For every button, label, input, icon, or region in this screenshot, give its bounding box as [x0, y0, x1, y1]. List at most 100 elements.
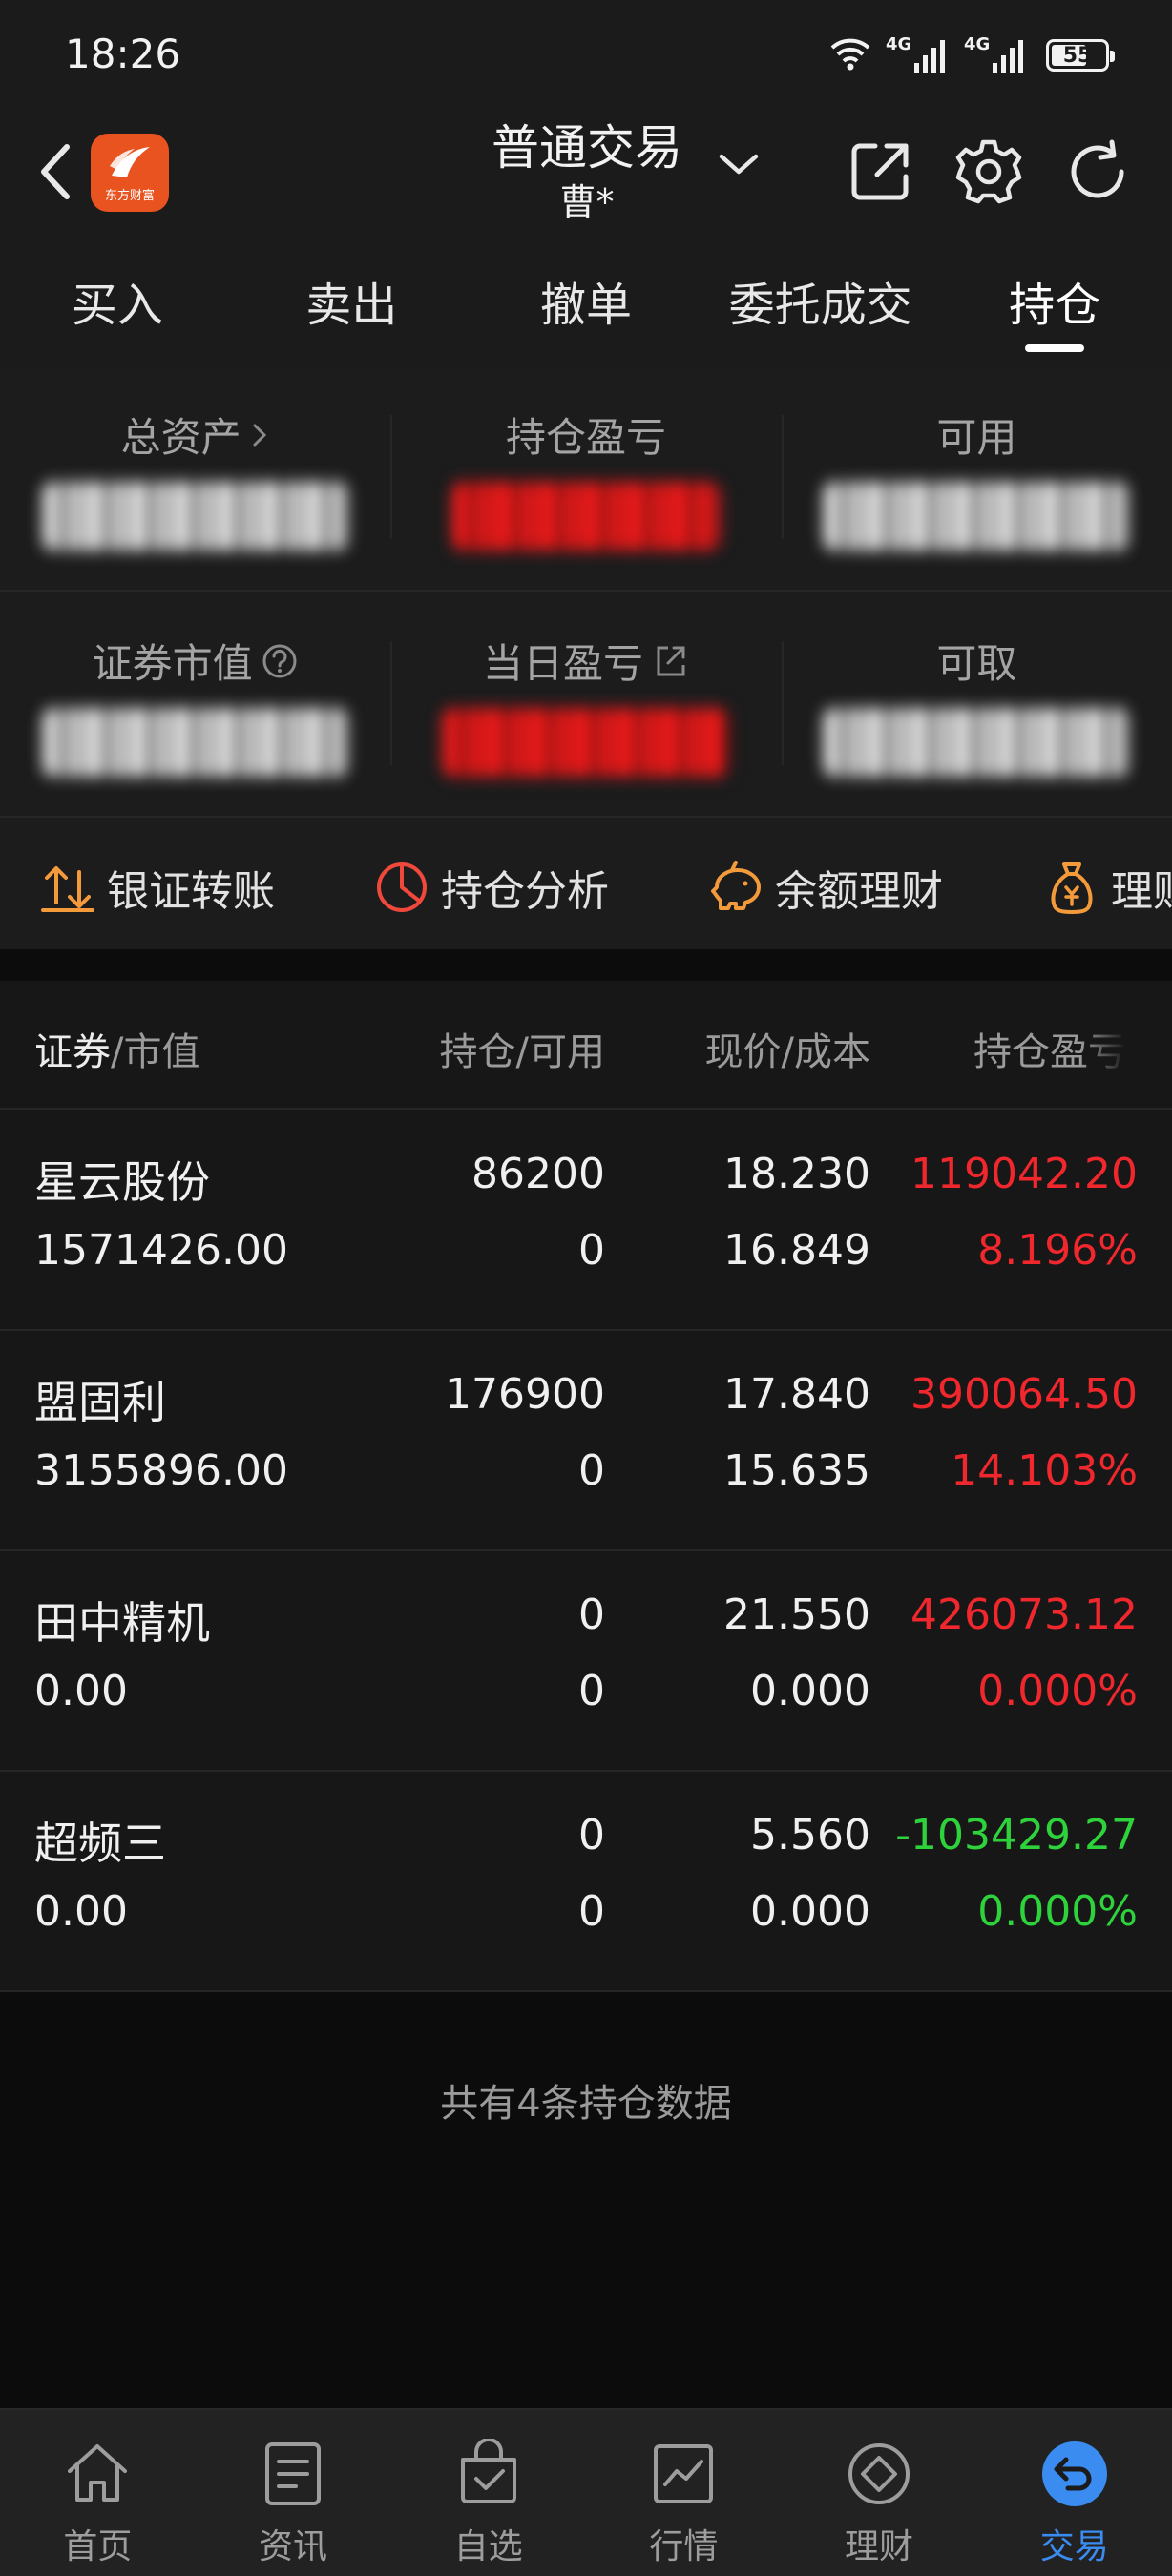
table-row[interactable]: 盟固利 3155896.00 176900 0 17.840 15.635 39…: [0, 1330, 1172, 1551]
masked-value: [451, 482, 720, 551]
nav-watchlist[interactable]: 自选: [390, 2410, 586, 2576]
daily-pl-cell[interactable]: 当日盈亏: [390, 593, 781, 816]
position-pl-pct: 0.000%: [977, 1667, 1138, 1715]
help-icon[interactable]: [261, 642, 299, 680]
security-name: 盟固利: [34, 1377, 166, 1428]
nav-news[interactable]: 资讯: [196, 2410, 391, 2576]
holding: 0: [578, 1811, 605, 1859]
gear-icon: [955, 139, 1022, 204]
signal-icon: 4G: [964, 34, 1023, 73]
withdrawable-label: 可取: [936, 640, 1017, 687]
total-assets-cell[interactable]: 总资产: [0, 367, 390, 590]
market-value: 0.00: [34, 1667, 128, 1715]
signal-icon: 4G: [886, 34, 945, 73]
header-pl[interactable]: 持仓盈亏: [973, 1021, 1126, 1076]
available-cell: 可用: [781, 367, 1172, 590]
cost-price: 16.849: [723, 1226, 870, 1275]
status-icons: 4G 4G 55: [828, 34, 1115, 76]
cost-price: 0.000: [750, 1667, 870, 1715]
table-row[interactable]: 星云股份 1571426.00 86200 0 18.230 16.849 11…: [0, 1110, 1172, 1331]
current-price: 5.560: [750, 1811, 870, 1859]
money-bag-icon: [1042, 858, 1101, 917]
home-icon: [60, 2437, 135, 2511]
header-security-market-value[interactable]: 证券/市值: [34, 1021, 199, 1076]
account-summary: 总资产 持仓盈亏 可用 证券市值 当日盈亏 可取 银证转账 持仓分析 余额理财 …: [0, 367, 1172, 949]
masked-value: [824, 708, 1130, 777]
table-row[interactable]: 超频三 0.00 0 0 5.560 0.000 -103429.27 0.00…: [0, 1771, 1172, 1992]
security-name: 超频三: [34, 1818, 166, 1869]
position-pl: 119042.20: [910, 1150, 1138, 1198]
nav-market[interactable]: 行情: [586, 2410, 782, 2576]
security-name: 星云股份: [34, 1156, 210, 1208]
nav-trade[interactable]: 交易: [976, 2410, 1172, 2576]
market-value-label: 证券市值: [92, 640, 253, 687]
daily-pl-label: 当日盈亏: [482, 640, 643, 687]
current-price: 17.840: [723, 1370, 870, 1419]
holding: 86200: [471, 1150, 605, 1198]
position-pl-label: 持仓盈亏: [505, 414, 666, 461]
available-qty: 0: [578, 1887, 605, 1936]
cost-price: 15.635: [723, 1446, 870, 1495]
position-pl: 426073.12: [910, 1590, 1138, 1639]
share-icon: [851, 143, 909, 200]
app-logo: 东方财富: [91, 134, 169, 212]
quick-action-balance-wealth[interactable]: 余额理财: [706, 857, 943, 918]
back-button[interactable]: [27, 134, 84, 210]
available-label: 可用: [936, 414, 1017, 461]
quick-action-analysis[interactable]: 持仓分析: [372, 857, 609, 918]
positions-count-note: 共有4条持仓数据: [440, 2082, 732, 2126]
holding: 0: [578, 1590, 605, 1639]
quick-action-wealth[interactable]: 理财: [1042, 857, 1172, 918]
market-icon: [646, 2437, 721, 2511]
trade-tabs: 买入 卖出 撤单 委托成交 持仓: [0, 243, 1172, 367]
external-link-icon: [657, 646, 685, 675]
tab-orders[interactable]: 委托成交: [703, 243, 938, 367]
logo-icon: [110, 146, 150, 177]
wealth-icon: [842, 2437, 916, 2511]
security-name: 田中精机: [34, 1597, 210, 1649]
available-qty: 0: [578, 1667, 605, 1715]
available-qty: 0: [578, 1446, 605, 1495]
quick-action-label: 余额理财: [775, 867, 943, 916]
table-header: 证券/市值 持仓/可用 现价/成本 持仓盈亏: [0, 981, 1172, 1110]
nav-wealth[interactable]: 理财: [782, 2410, 977, 2576]
account-name: 曹*: [559, 181, 615, 223]
status-time: 18:26: [65, 31, 181, 77]
position-pl-cell: 持仓盈亏: [390, 367, 781, 590]
tab-positions[interactable]: 持仓: [937, 243, 1172, 367]
piggy-bank-icon: [706, 858, 765, 917]
position-pl: -103429.27: [895, 1811, 1138, 1859]
pie-chart-icon: [372, 858, 431, 917]
chevron-right-icon: [253, 424, 266, 446]
share-button[interactable]: [842, 134, 918, 210]
quick-actions: 银证转账 持仓分析 余额理财 理: [0, 821, 1172, 949]
withdrawable-cell: 可取: [781, 593, 1172, 816]
tab-sell[interactable]: 卖出: [235, 243, 470, 367]
tab-cancel[interactable]: 撤单: [469, 243, 703, 367]
quick-action-transfer[interactable]: 银证转账: [38, 857, 275, 918]
tab-buy[interactable]: 买入: [0, 243, 235, 367]
bottom-nav: 首页 资讯 自选 行情 理财 交易: [0, 2408, 1172, 2576]
chevron-down-icon[interactable]: [716, 151, 762, 183]
status-bar: 18:26 4G 4G 55: [0, 0, 1172, 105]
position-pl-pct: 8.196%: [977, 1226, 1138, 1275]
table-row[interactable]: 田中精机 0.00 0 0 21.550 0.000 426073.12 0.0…: [0, 1550, 1172, 1772]
market-value-cell: 证券市值: [0, 593, 390, 816]
positions-table: 证券/市值 持仓/可用 现价/成本 持仓盈亏 星云股份 1571426.00 8…: [0, 981, 1172, 1992]
trade-icon: [1037, 2437, 1112, 2511]
quick-action-label: 理财: [1111, 867, 1172, 916]
nav-home[interactable]: 首页: [0, 2410, 196, 2576]
market-value: 1571426.00: [34, 1226, 288, 1275]
header-price[interactable]: 现价/成本: [705, 1021, 870, 1076]
refresh-button[interactable]: [1059, 134, 1136, 210]
header-holding[interactable]: 持仓/可用: [440, 1021, 605, 1076]
cost-price: 0.000: [750, 1887, 870, 1936]
masked-value: [42, 482, 348, 551]
settings-button[interactable]: [951, 134, 1027, 210]
page-title: 普通交易: [492, 120, 682, 176]
current-price: 18.230: [723, 1150, 870, 1198]
quick-action-label: 持仓分析: [441, 867, 609, 916]
account-switcher[interactable]: 普通交易 曹*: [420, 114, 754, 223]
position-pl: 390064.50: [910, 1370, 1138, 1419]
market-value: 0.00: [34, 1887, 128, 1936]
